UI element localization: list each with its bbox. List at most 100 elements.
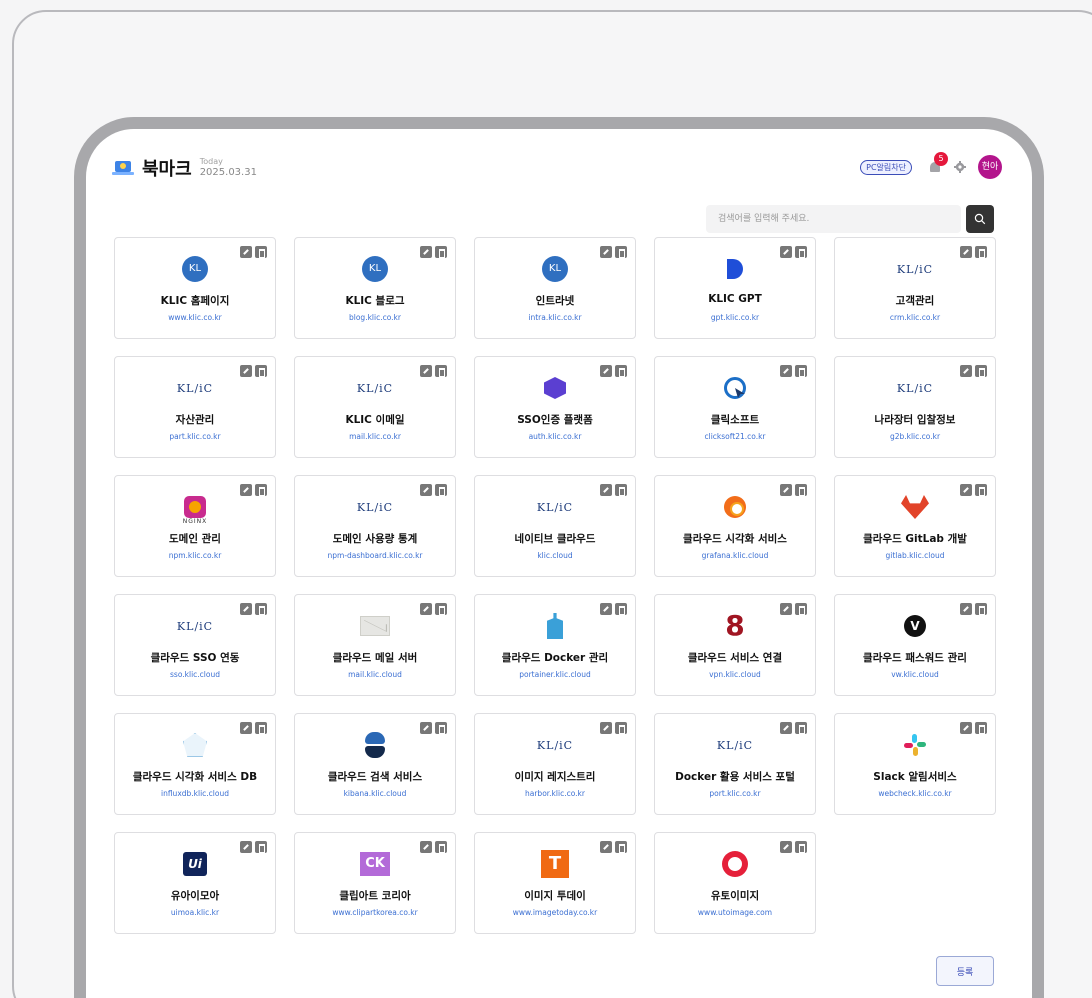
edit-icon[interactable] xyxy=(960,603,972,615)
trash-icon[interactable] xyxy=(975,603,987,615)
bookmark-url[interactable]: gitlab.klic.cloud xyxy=(835,551,995,560)
bookmark-card[interactable]: 클라우드 시각화 서비스 grafana.klic.cloud xyxy=(654,475,816,577)
bookmark-url[interactable]: grafana.klic.cloud xyxy=(655,551,815,560)
bookmark-url[interactable]: npm.klic.co.kr xyxy=(115,551,275,560)
edit-icon[interactable] xyxy=(600,484,612,496)
bookmark-card[interactable]: CK 클립아트 코리아 www.clipartkorea.co.kr xyxy=(294,832,456,934)
bookmark-card[interactable]: Slack 알림서비스 webcheck.klic.co.kr xyxy=(834,713,996,815)
bookmark-card[interactable]: KLIC GPT gpt.klic.co.kr xyxy=(654,237,816,339)
bookmark-card[interactable]: KL/iC KLIC 이메일 mail.klic.co.kr xyxy=(294,356,456,458)
bookmark-card[interactable]: 클라우드 검색 서비스 kibana.klic.cloud xyxy=(294,713,456,815)
trash-icon[interactable] xyxy=(435,603,447,615)
edit-icon[interactable] xyxy=(600,365,612,377)
trash-icon[interactable] xyxy=(795,365,807,377)
edit-icon[interactable] xyxy=(780,246,792,258)
trash-icon[interactable] xyxy=(435,484,447,496)
edit-icon[interactable] xyxy=(240,841,252,853)
edit-icon[interactable] xyxy=(780,484,792,496)
edit-icon[interactable] xyxy=(240,603,252,615)
bookmark-card[interactable]: KL/iC 나라장터 입찰정보 g2b.klic.co.kr xyxy=(834,356,996,458)
bookmark-card[interactable]: SSO인증 플랫폼 auth.klic.co.kr xyxy=(474,356,636,458)
trash-icon[interactable] xyxy=(255,365,267,377)
edit-icon[interactable] xyxy=(240,365,252,377)
bookmark-card[interactable]: 클라우드 메일 서버 mail.klic.cloud xyxy=(294,594,456,696)
bookmark-url[interactable]: npm-dashboard.klic.co.kr xyxy=(295,551,455,560)
bookmark-url[interactable]: clicksoft21.co.kr xyxy=(655,432,815,441)
trash-icon[interactable] xyxy=(255,246,267,258)
bookmark-url[interactable]: webcheck.klic.co.kr xyxy=(835,789,995,798)
bookmark-url[interactable]: vpn.klic.cloud xyxy=(655,670,815,679)
trash-icon[interactable] xyxy=(435,841,447,853)
trash-icon[interactable] xyxy=(615,603,627,615)
bookmark-url[interactable]: portainer.klic.cloud xyxy=(475,670,635,679)
trash-icon[interactable] xyxy=(255,484,267,496)
trash-icon[interactable] xyxy=(255,722,267,734)
bookmark-url[interactable]: www.utoimage.com xyxy=(655,908,815,917)
bookmark-card[interactable]: KL/iC 이미지 레지스트리 harbor.klic.co.kr xyxy=(474,713,636,815)
bookmark-url[interactable]: www.imagetoday.co.kr xyxy=(475,908,635,917)
trash-icon[interactable] xyxy=(615,484,627,496)
edit-icon[interactable] xyxy=(420,722,432,734)
bookmark-url[interactable]: harbor.klic.co.kr xyxy=(475,789,635,798)
bookmark-url[interactable]: mail.klic.cloud xyxy=(295,670,455,679)
bookmark-url[interactable]: www.clipartkorea.co.kr xyxy=(295,908,455,917)
bookmark-url[interactable]: port.klic.co.kr xyxy=(655,789,815,798)
trash-icon[interactable] xyxy=(795,246,807,258)
bookmark-card[interactable]: Ui 유아이모아 uimoa.klic.kr xyxy=(114,832,276,934)
edit-icon[interactable] xyxy=(780,722,792,734)
bookmark-card[interactable]: KL KLIC 블로그 blog.klic.co.kr xyxy=(294,237,456,339)
bookmark-card[interactable]: 클릭소프트 clicksoft21.co.kr xyxy=(654,356,816,458)
edit-icon[interactable] xyxy=(960,484,972,496)
trash-icon[interactable] xyxy=(795,603,807,615)
bookmark-card[interactable]: KL/iC 자산관리 part.klic.co.kr xyxy=(114,356,276,458)
trash-icon[interactable] xyxy=(975,484,987,496)
edit-icon[interactable] xyxy=(600,841,612,853)
bookmark-card[interactable]: KL/iC 클라우드 SSO 연동 sso.klic.cloud xyxy=(114,594,276,696)
bookmark-card[interactable]: KL KLIC 홈페이지 www.klic.co.kr xyxy=(114,237,276,339)
bookmark-url[interactable]: vw.klic.cloud xyxy=(835,670,995,679)
gear-icon[interactable] xyxy=(954,161,966,173)
edit-icon[interactable] xyxy=(960,246,972,258)
trash-icon[interactable] xyxy=(975,722,987,734)
edit-icon[interactable] xyxy=(600,246,612,258)
trash-icon[interactable] xyxy=(615,246,627,258)
edit-icon[interactable] xyxy=(420,841,432,853)
bell-icon[interactable]: 5 xyxy=(928,152,948,174)
bookmark-card[interactable]: KL/iC Docker 활용 서비스 포털 port.klic.co.kr xyxy=(654,713,816,815)
trash-icon[interactable] xyxy=(615,841,627,853)
bookmark-url[interactable]: intra.klic.co.kr xyxy=(475,313,635,322)
bookmark-url[interactable]: sso.klic.cloud xyxy=(115,670,275,679)
edit-icon[interactable] xyxy=(420,246,432,258)
edit-icon[interactable] xyxy=(960,365,972,377)
bookmark-card[interactable]: KL/iC 고객관리 crm.klic.co.kr xyxy=(834,237,996,339)
bookmark-url[interactable]: kibana.klic.cloud xyxy=(295,789,455,798)
bookmark-card[interactable]: 클라우드 Docker 관리 portainer.klic.cloud xyxy=(474,594,636,696)
bookmark-url[interactable]: influxdb.klic.cloud xyxy=(115,789,275,798)
bookmark-card[interactable]: KL/iC 네이티브 클라우드 klic.cloud xyxy=(474,475,636,577)
bookmark-card[interactable]: 클라우드 시각화 서비스 DB influxdb.klic.cloud xyxy=(114,713,276,815)
bookmark-card[interactable]: 8 클라우드 서비스 연결 vpn.klic.cloud xyxy=(654,594,816,696)
bookmark-url[interactable]: uimoa.klic.kr xyxy=(115,908,275,917)
bookmark-card[interactable]: KL/iC 도메인 사용량 통계 npm-dashboard.klic.co.kr xyxy=(294,475,456,577)
bookmark-card[interactable]: KL 인트라넷 intra.klic.co.kr xyxy=(474,237,636,339)
edit-icon[interactable] xyxy=(240,722,252,734)
edit-icon[interactable] xyxy=(420,365,432,377)
trash-icon[interactable] xyxy=(255,841,267,853)
register-button[interactable]: 등록 xyxy=(936,956,994,986)
edit-icon[interactable] xyxy=(960,722,972,734)
bookmark-url[interactable]: part.klic.co.kr xyxy=(115,432,275,441)
trash-icon[interactable] xyxy=(435,722,447,734)
edit-icon[interactable] xyxy=(240,484,252,496)
trash-icon[interactable] xyxy=(435,365,447,377)
edit-icon[interactable] xyxy=(600,603,612,615)
bookmark-card[interactable]: NGINX 도메인 관리 npm.klic.co.kr xyxy=(114,475,276,577)
edit-icon[interactable] xyxy=(420,484,432,496)
bookmark-url[interactable]: blog.klic.co.kr xyxy=(295,313,455,322)
trash-icon[interactable] xyxy=(795,841,807,853)
bookmark-url[interactable]: auth.klic.co.kr xyxy=(475,432,635,441)
edit-icon[interactable] xyxy=(240,246,252,258)
avatar[interactable]: 현아 xyxy=(978,155,1002,179)
bookmark-card[interactable]: 유토이미지 www.utoimage.com xyxy=(654,832,816,934)
trash-icon[interactable] xyxy=(975,246,987,258)
trash-icon[interactable] xyxy=(615,365,627,377)
